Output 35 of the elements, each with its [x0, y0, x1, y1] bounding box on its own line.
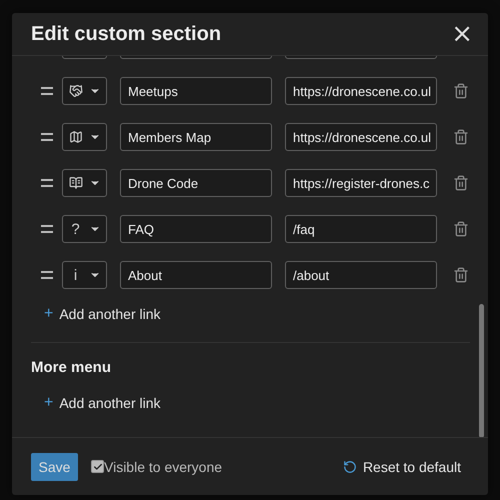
link-url-field[interactable]: /about — [285, 261, 437, 289]
icon-glyph: ? — [70, 220, 81, 238]
reset-button[interactable]: Reset to default — [342, 458, 461, 474]
link-title-field[interactable]: About — [120, 261, 272, 289]
dialog-title: Edit custom section — [31, 22, 222, 46]
scrollbar[interactable] — [479, 304, 484, 437]
checkbox-label: Visible to everyone — [104, 458, 222, 474]
icon-select[interactable] — [62, 169, 107, 197]
link-url-field[interactable]: /faq — [285, 215, 437, 243]
checkbox[interactable] — [91, 460, 104, 473]
drag-handle-icon[interactable] — [40, 87, 52, 95]
drag-handle-icon[interactable] — [40, 179, 52, 187]
drag-handle-icon[interactable] — [40, 225, 52, 233]
icon-select[interactable] — [62, 77, 107, 105]
link-title-field[interactable]: Meetups — [120, 77, 272, 105]
reset-icon — [342, 460, 357, 474]
icon-select[interactable]: ? — [62, 215, 107, 243]
book-icon — [68, 176, 82, 190]
link-title-field[interactable]: Drone Code — [120, 169, 272, 197]
link-url-field[interactable]: https://dronescene.co.ul — [285, 123, 437, 151]
link-url-field[interactable]: https://register-drones.c — [285, 169, 437, 197]
map-icon — [68, 130, 82, 144]
drag-handle-icon[interactable] — [40, 271, 52, 279]
handshake-icon — [68, 84, 82, 98]
add-link-button[interactable]: + Add another link — [44, 394, 161, 412]
link-url-field[interactable]: https://dronescene.co.ul — [285, 77, 437, 105]
add-link-button[interactable]: + Add another link — [44, 305, 161, 323]
link-title-field[interactable]: FAQ — [120, 215, 272, 243]
section-title: More menu — [31, 358, 112, 378]
close-button[interactable]: × — [451, 21, 473, 47]
icon-select[interactable]: i — [62, 261, 107, 289]
link-title-field[interactable]: Members Map — [120, 123, 272, 151]
icon-glyph: i — [72, 266, 78, 284]
drag-handle-icon[interactable] — [40, 133, 52, 141]
icon-select[interactable] — [62, 123, 107, 151]
